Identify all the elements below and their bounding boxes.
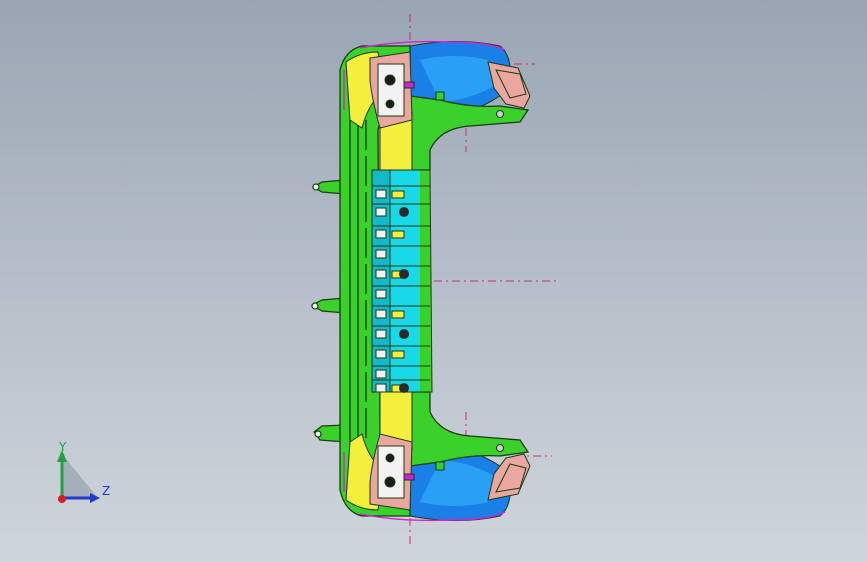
cyan-channel-side [371, 169, 391, 393]
bottom-arm-hole [496, 444, 504, 452]
channel-clip [375, 289, 387, 299]
channel-clip [375, 207, 387, 217]
channel-tab [391, 310, 405, 319]
channel-bolt [399, 207, 409, 217]
top-clip-bolt-2 [385, 99, 395, 109]
channel-clip [375, 383, 387, 393]
bottom-clip-bolt-1 [384, 476, 396, 488]
bottom-bracket-arm [409, 391, 530, 467]
lower-tab-hole [314, 430, 322, 438]
top-arm-hole [496, 110, 504, 118]
top-bracket-arm [409, 95, 530, 171]
channel-clip [375, 329, 387, 339]
channel-bolt [399, 383, 409, 393]
channel-clip [375, 249, 387, 259]
triad-plane [62, 454, 98, 498]
channel-tab [391, 350, 405, 359]
channel-clip [375, 309, 387, 319]
middle-tab-hole [311, 302, 319, 310]
channel-clip [375, 189, 387, 199]
bottom-clip-bolt-2 [385, 453, 395, 463]
y-axis-label: Y [59, 440, 67, 454]
channel-clip [375, 349, 387, 359]
channel-clip [375, 229, 387, 239]
graphics-viewport[interactable]: Y Z [0, 0, 867, 562]
axis-triad: Y Z [48, 438, 128, 510]
channel-bolt [399, 329, 409, 339]
upper-tab-hole [312, 183, 320, 191]
top-clip-marker [403, 81, 415, 89]
channel-clip [375, 269, 387, 279]
x-axis-origin-dot [58, 495, 66, 503]
center-channel [371, 169, 433, 393]
z-axis-label: Z [102, 484, 111, 498]
channel-bolt [399, 269, 409, 279]
channel-clip [375, 369, 387, 379]
top-clip-bolt-1 [384, 74, 396, 86]
channel-tab [391, 190, 405, 199]
top-small-clip [435, 91, 445, 101]
channel-tab [391, 230, 405, 239]
bottom-clip-marker [403, 473, 415, 481]
cad-model[interactable] [0, 0, 867, 562]
bottom-small-clip [435, 461, 445, 471]
channel-right-rail [420, 169, 433, 393]
